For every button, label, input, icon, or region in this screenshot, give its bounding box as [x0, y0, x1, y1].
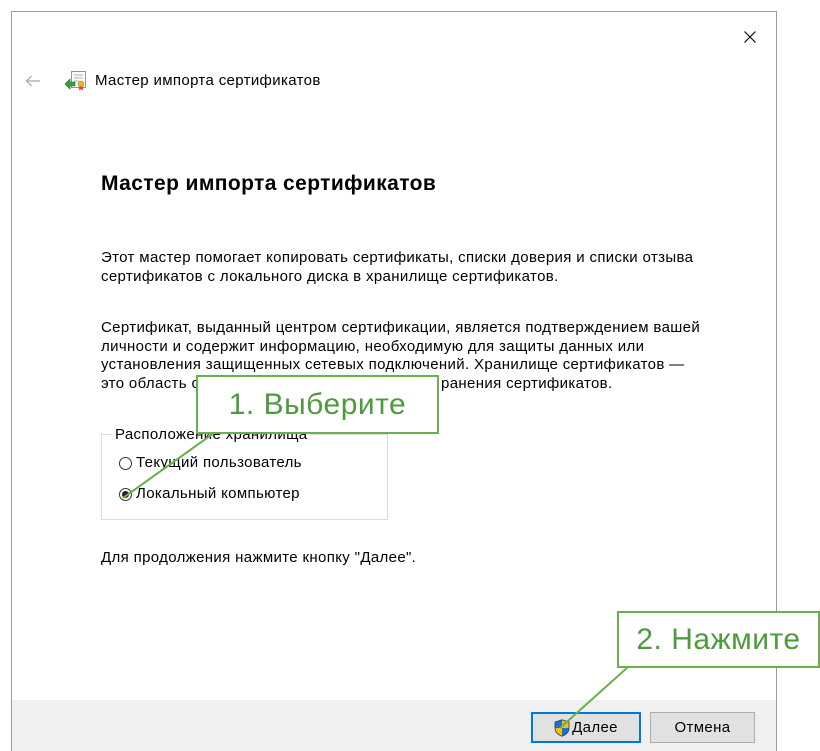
- continue-hint: Для продолжения нажмите кнопку "Далее".: [101, 549, 417, 566]
- next-button-label: Далее: [572, 719, 618, 736]
- radio-current-user[interactable]: Текущий пользователь: [119, 454, 302, 473]
- intro-paragraph: Этот мастер помогает копировать сертифик…: [101, 249, 693, 286]
- radio-local-computer[interactable]: Локальный компьютер: [119, 485, 300, 504]
- annotation-callout-select: 1. Выберите: [196, 375, 439, 434]
- back-button[interactable]: [21, 69, 45, 93]
- description-line: установления защищенных сетевых подключе…: [101, 356, 685, 373]
- radio-label: Локальный компьютер: [136, 485, 300, 502]
- page-heading: Мастер импорта сертификатов: [101, 172, 437, 195]
- description-line: Сертификат, выданный центром сертификаци…: [101, 319, 701, 336]
- description-visible-end: ранения сертификатов.: [441, 374, 613, 392]
- back-arrow-icon: [25, 75, 40, 87]
- cancel-button[interactable]: Отмена: [650, 712, 755, 743]
- radio-label: Текущий пользователь: [136, 454, 302, 471]
- description-visible-start: это область с: [101, 374, 200, 392]
- close-button[interactable]: [727, 21, 773, 53]
- next-button[interactable]: Далее: [531, 712, 641, 743]
- cancel-button-label: Отмена: [674, 719, 731, 736]
- certificate-wizard-icon: [64, 70, 87, 93]
- wizard-footer: Далее Отмена: [12, 700, 776, 751]
- uac-shield-icon: [554, 718, 570, 737]
- intro-line: Этот мастер помогает копировать сертифик…: [101, 249, 694, 266]
- store-location-group: Расположение хранилища Текущий пользоват…: [101, 426, 388, 520]
- radio-button[interactable]: [119, 487, 132, 501]
- close-icon: [744, 31, 756, 43]
- radio-button[interactable]: [119, 456, 132, 470]
- intro-line: сертификатов с локального диска в хранил…: [101, 267, 559, 285]
- description-line: личности и содержит информацию, необходи…: [101, 337, 645, 355]
- window-title: Мастер импорта сертификатов: [95, 72, 321, 89]
- annotation-callout-click: 2. Нажмите: [617, 611, 820, 668]
